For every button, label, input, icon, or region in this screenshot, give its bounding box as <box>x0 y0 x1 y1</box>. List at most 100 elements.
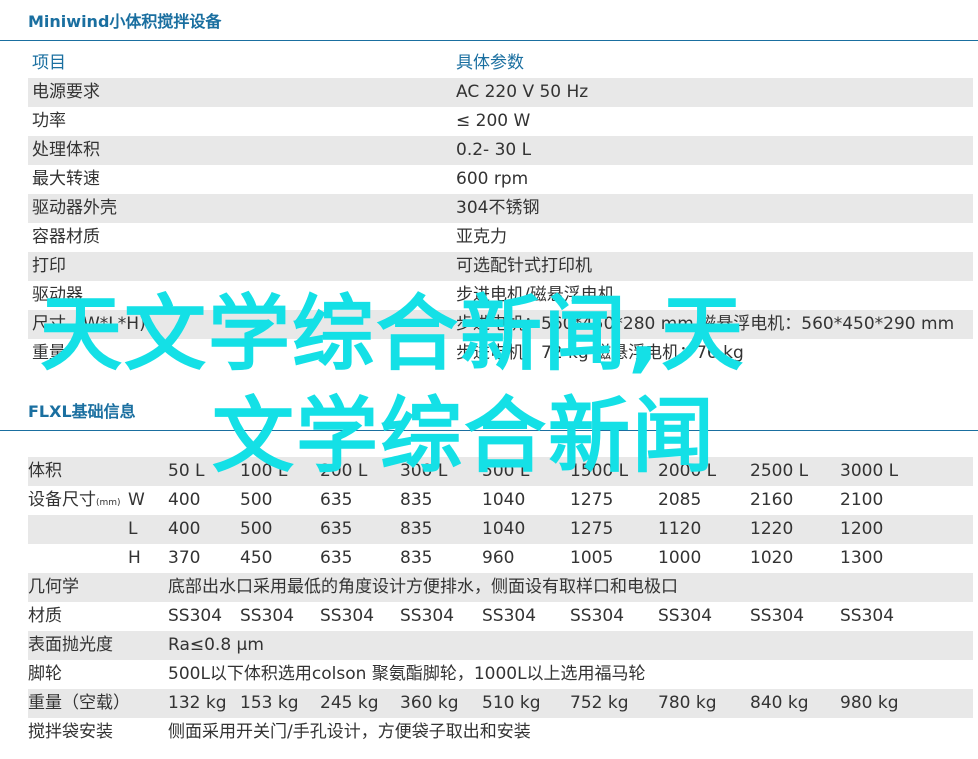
size-cell: 1200 <box>840 519 884 539</box>
row-label: 最大转速 <box>32 169 100 189</box>
row-label: 容器材质 <box>32 227 100 247</box>
weight-cell: 153 kg <box>240 693 299 713</box>
polish-row: 表面抛光度 Ra≤0.8 μm <box>28 631 973 660</box>
bag-install-row: 搅拌袋安装 侧面采用开关门/手孔设计，方便袋子取出和安装 <box>28 718 973 747</box>
row-label: 功率 <box>32 111 66 131</box>
row-label: 材质 <box>28 606 62 626</box>
size-cell: 635 <box>320 490 353 510</box>
geometry-row: 几何学 底部出水口采用最低的角度设计方便排水，侧面设有取样口和电极口 <box>28 573 973 602</box>
weight-cell: 510 kg <box>482 693 541 713</box>
header-item: 项目 <box>32 53 66 73</box>
table-row: 打印 可选配针式打印机 <box>28 252 973 281</box>
table-row: 电源要求 AC 220 V 50 Hz <box>28 78 973 107</box>
bag-install-value: 侧面采用开关门/手孔设计，方便袋子取出和安装 <box>168 722 531 742</box>
material-cell: SS304 <box>400 606 455 626</box>
table-row: 驱动器外壳 304不锈钢 <box>28 194 973 223</box>
size-cell: 635 <box>320 519 353 539</box>
watermark-line1: 天文学综合新闻,天 <box>40 287 746 382</box>
row-label: 驱动器外壳 <box>32 198 117 218</box>
size-cell: 1040 <box>482 490 526 510</box>
row-label: 脚轮 <box>28 664 62 684</box>
size-cell: 2100 <box>840 490 884 510</box>
size-row-h: H 370 450 635 835 960 1005 1000 1020 130… <box>28 544 973 573</box>
size-cell: 1040 <box>482 519 526 539</box>
row-label: 表面抛光度 <box>28 635 113 655</box>
size-cell: 1275 <box>570 519 614 539</box>
row-value: AC 220 V 50 Hz <box>456 82 589 102</box>
geometry-value: 底部出水口采用最低的角度设计方便排水，侧面设有取样口和电极口 <box>168 577 678 597</box>
table-row: 功率 ≤ 200 W <box>28 107 973 136</box>
axis-label: H <box>128 548 141 568</box>
size-cell: 2160 <box>750 490 794 510</box>
section2-title: FLXL基础信息 <box>28 402 136 421</box>
size-cell: 1300 <box>840 548 884 568</box>
size-cell: 1275 <box>570 490 614 510</box>
size-cell: 635 <box>320 548 353 568</box>
size-row-w: 设备尺寸(mm) W 400 500 635 835 1040 1275 208… <box>28 486 973 515</box>
weight-row: 重量（空载） 132 kg 153 kg 245 kg 360 kg 510 k… <box>28 689 973 718</box>
table-row: 容器材质 亚克力 <box>28 223 973 252</box>
material-cell: SS304 <box>750 606 805 626</box>
row-label: 体积 <box>28 461 62 481</box>
size-cell: 1020 <box>750 548 794 568</box>
material-cell: SS304 <box>840 606 895 626</box>
row-value: 可选配针式打印机 <box>456 256 592 276</box>
weight-cell: 245 kg <box>320 693 379 713</box>
weight-cell: 752 kg <box>570 693 629 713</box>
size-cell: 370 <box>168 548 201 568</box>
axis-label: W <box>128 490 145 510</box>
row-label: 电源要求 <box>32 82 100 102</box>
row-value: 304不锈钢 <box>456 198 540 218</box>
size-cell: 835 <box>400 519 433 539</box>
header-params: 具体参数 <box>456 53 524 73</box>
weight-cell: 780 kg <box>658 693 717 713</box>
row-value: 600 rpm <box>456 169 529 189</box>
row-label: 设备尺寸(mm) <box>28 490 121 510</box>
material-cell: SS304 <box>482 606 537 626</box>
material-cell: SS304 <box>168 606 223 626</box>
axis-label: L <box>128 519 138 539</box>
polish-value: Ra≤0.8 μm <box>168 635 264 655</box>
row-value: 亚克力 <box>456 227 507 247</box>
weight-cell: 132 kg <box>168 693 227 713</box>
size-cell: 400 <box>168 490 201 510</box>
material-cell: SS304 <box>570 606 625 626</box>
row-label: 几何学 <box>28 577 79 597</box>
size-cell: 835 <box>400 548 433 568</box>
material-cell: SS304 <box>320 606 375 626</box>
material-cell: SS304 <box>658 606 713 626</box>
row-label: 打印 <box>32 256 66 276</box>
table-row: 处理体积 0.2- 30 L <box>28 136 973 165</box>
weight-cell: 840 kg <box>750 693 809 713</box>
table1-header: 项目 具体参数 <box>28 49 973 78</box>
row-value: ≤ 200 W <box>456 111 531 131</box>
row-label: 重量（空载） <box>28 693 130 713</box>
size-cell: 500 <box>240 490 273 510</box>
table-row: 最大转速 600 rpm <box>28 165 973 194</box>
material-cell: SS304 <box>240 606 295 626</box>
row-label: 搅拌袋安装 <box>28 722 113 742</box>
volume-cell: 50 L <box>168 461 205 481</box>
section1-divider <box>0 40 978 41</box>
size-cell: 960 <box>482 548 515 568</box>
size-cell: 835 <box>400 490 433 510</box>
watermark-line2: 文学综合新闻 <box>212 389 717 484</box>
size-cell: 500 <box>240 519 273 539</box>
row-value: 0.2- 30 L <box>456 140 532 160</box>
section1-title: Miniwind小体积搅拌设备 <box>28 12 222 31</box>
size-cell: 1000 <box>658 548 702 568</box>
size-cell: 450 <box>240 548 273 568</box>
size-row-l: L 400 500 635 835 1040 1275 1120 1220 12… <box>28 515 973 544</box>
casters-value: 500L以下体积选用colson 聚氨酯脚轮，1000L以上选用福马轮 <box>168 664 646 684</box>
volume-cell: 2500 L <box>750 461 809 481</box>
weight-cell: 980 kg <box>840 693 899 713</box>
size-cell: 2085 <box>658 490 702 510</box>
material-row: 材质 SS304 SS304 SS304 SS304 SS304 SS304 S… <box>28 602 973 631</box>
casters-row: 脚轮 500L以下体积选用colson 聚氨酯脚轮，1000L以上选用福马轮 <box>28 660 973 689</box>
size-cell: 1220 <box>750 519 794 539</box>
size-cell: 400 <box>168 519 201 539</box>
size-cell: 1005 <box>570 548 614 568</box>
unit-label: (mm) <box>96 498 121 508</box>
weight-cell: 360 kg <box>400 693 459 713</box>
row-label: 处理体积 <box>32 140 100 160</box>
